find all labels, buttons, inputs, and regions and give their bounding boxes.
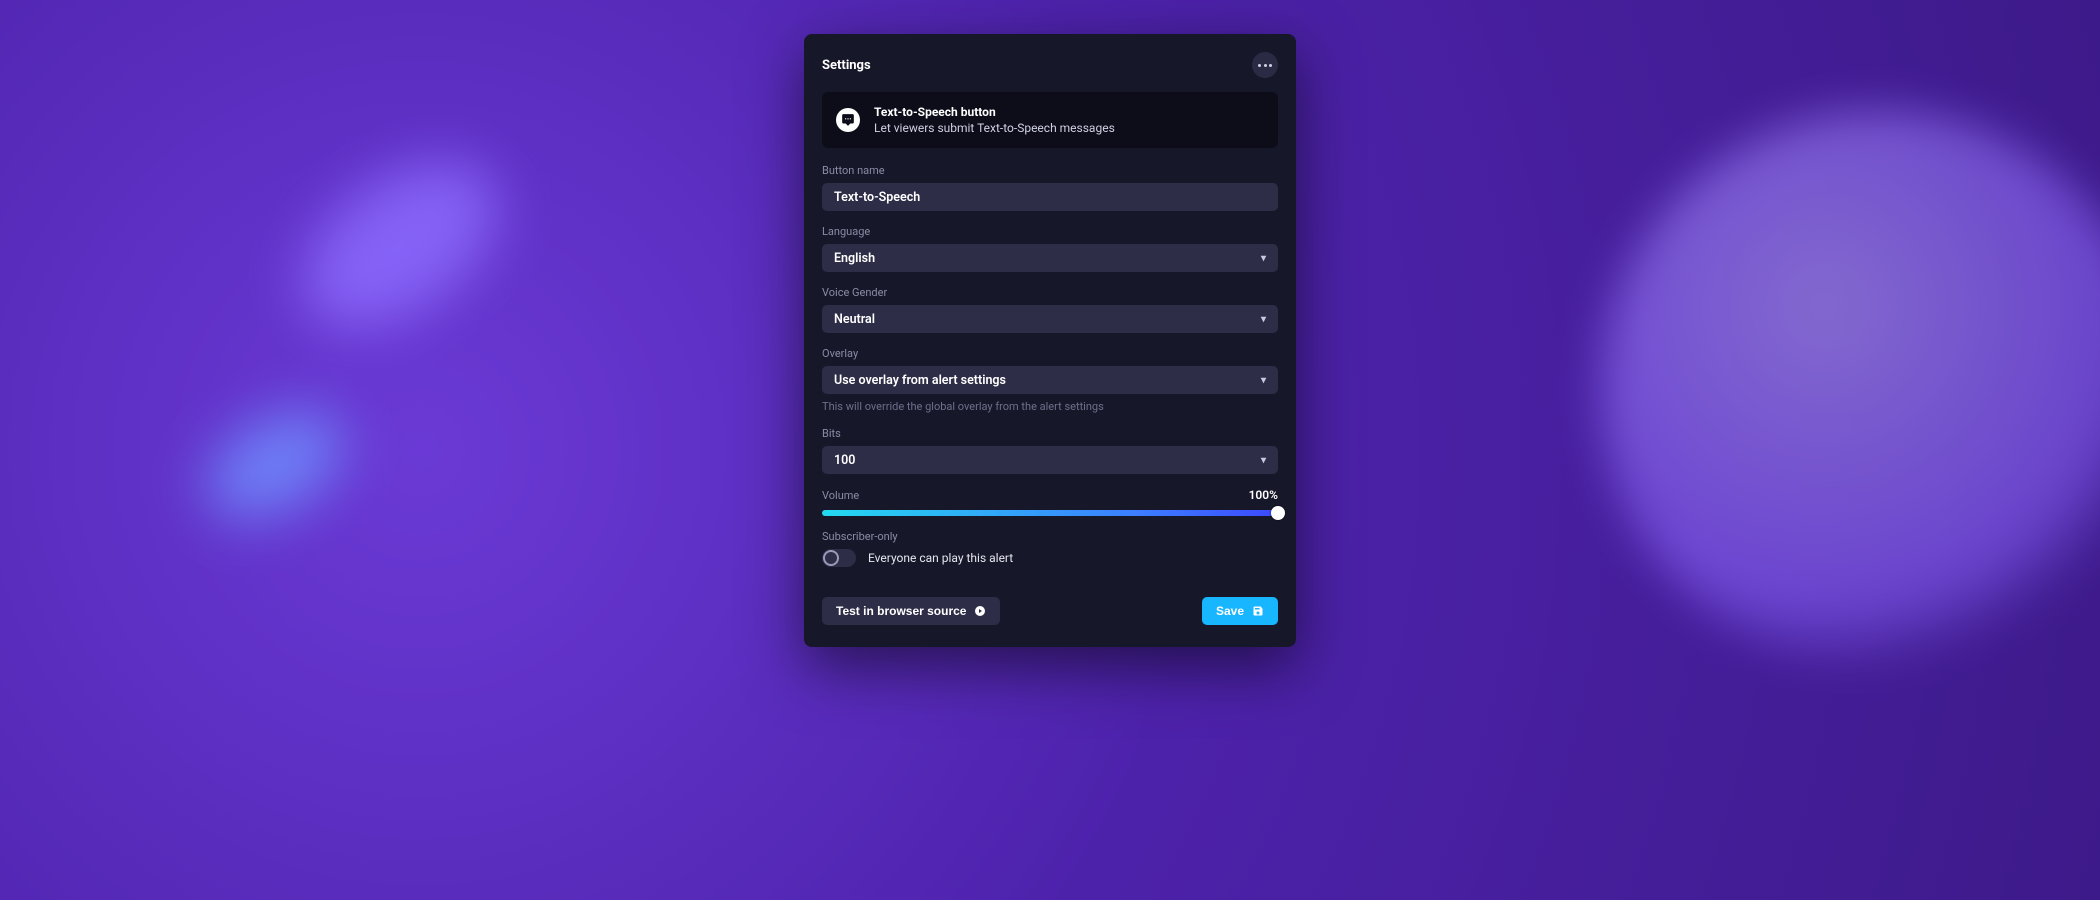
toggle-state-text: Everyone can play this alert <box>868 551 1013 565</box>
play-circle-icon <box>974 605 986 617</box>
volume-slider-thumb[interactable] <box>1271 506 1285 520</box>
subscriber-only-toggle[interactable] <box>822 549 856 567</box>
voice-gender-select[interactable]: Neutral ▾ <box>822 305 1278 333</box>
more-options-button[interactable] <box>1252 52 1278 78</box>
field-help: This will override the global overlay fr… <box>822 400 1278 413</box>
field-bits: Bits 100 ▾ <box>822 427 1278 474</box>
select-value: Neutral <box>834 312 875 327</box>
field-label: Button name <box>822 164 1278 177</box>
overlay-select[interactable]: Use overlay from alert settings ▾ <box>822 366 1278 394</box>
banner-title: Text-to-Speech button <box>874 104 1115 120</box>
bits-select[interactable]: 100 ▾ <box>822 446 1278 474</box>
field-label: Volume <box>822 489 859 502</box>
volume-slider[interactable] <box>822 510 1278 516</box>
field-button-name: Button name <box>822 164 1278 211</box>
save-button[interactable]: Save <box>1202 597 1278 625</box>
more-icon <box>1258 64 1272 67</box>
field-volume: Volume 100% <box>822 488 1278 516</box>
field-label: Bits <box>822 427 1278 440</box>
chevron-down-icon: ▾ <box>1261 375 1266 386</box>
banner-subtitle: Let viewers submit Text-to-Speech messag… <box>874 120 1115 136</box>
field-subscriber-only: Subscriber-only Everyone can play this a… <box>822 530 1278 567</box>
field-label: Overlay <box>822 347 1278 360</box>
modal-title: Settings <box>822 58 871 73</box>
chevron-down-icon: ▾ <box>1261 314 1266 325</box>
volume-value: 100% <box>1249 488 1278 502</box>
modal-header: Settings <box>822 52 1278 78</box>
button-label: Save <box>1216 604 1244 618</box>
select-value: 100 <box>834 453 855 468</box>
speech-bubble-icon <box>836 108 860 132</box>
field-language: Language English ▾ <box>822 225 1278 272</box>
button-name-input[interactable] <box>822 183 1278 211</box>
chevron-down-icon: ▾ <box>1261 253 1266 264</box>
banner-text: Text-to-Speech button Let viewers submit… <box>874 104 1115 136</box>
select-value: Use overlay from alert settings <box>834 373 1006 388</box>
select-value: English <box>834 251 875 266</box>
test-in-browser-button[interactable]: Test in browser source <box>822 597 1000 625</box>
field-label: Voice Gender <box>822 286 1278 299</box>
chevron-down-icon: ▾ <box>1261 455 1266 466</box>
field-label: Language <box>822 225 1278 238</box>
toggle-knob <box>823 550 839 566</box>
field-label: Subscriber-only <box>822 530 1278 543</box>
settings-modal: Settings Text-to-Speech button Let viewe… <box>804 34 1296 647</box>
button-label: Test in browser source <box>836 604 966 618</box>
save-icon <box>1252 605 1264 617</box>
language-select[interactable]: English ▾ <box>822 244 1278 272</box>
field-overlay: Overlay Use overlay from alert settings … <box>822 347 1278 413</box>
modal-footer: Test in browser source Save <box>822 597 1278 625</box>
feature-banner: Text-to-Speech button Let viewers submit… <box>822 92 1278 148</box>
field-voice-gender: Voice Gender Neutral ▾ <box>822 286 1278 333</box>
